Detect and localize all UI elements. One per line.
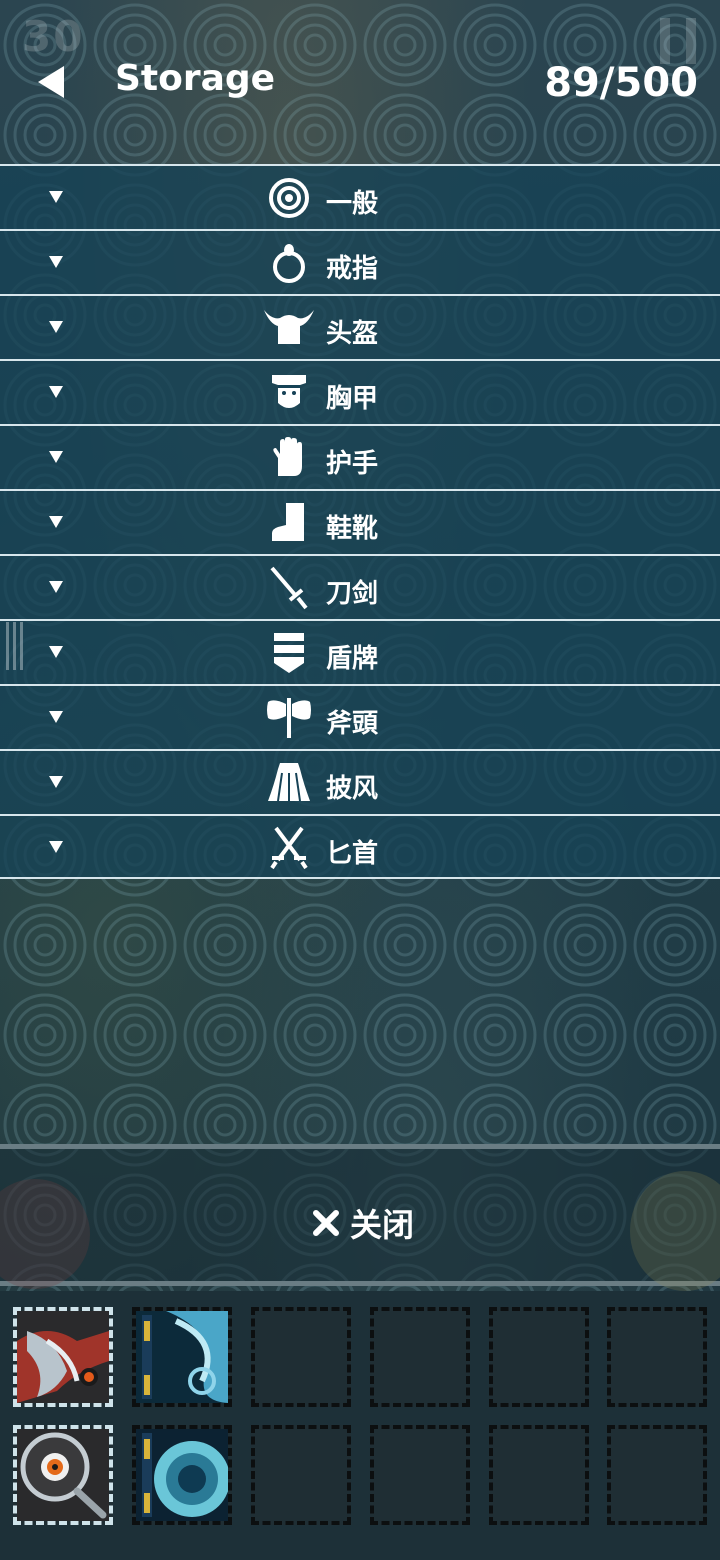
inventory-slot-empty[interactable] [607, 1307, 707, 1407]
category-row-boots[interactable]: 鞋靴 [0, 489, 720, 554]
expand-arrow-icon [49, 256, 63, 268]
category-row-capes[interactable]: 披风 [0, 749, 720, 814]
chest-armor-icon [264, 371, 314, 415]
category-label: 头盔 [326, 319, 379, 349]
blue-wind-spell-item [136, 1311, 228, 1403]
category-label: 一般 [326, 189, 379, 219]
back-button[interactable] [34, 64, 70, 100]
category-label: 刀剑 [326, 579, 379, 609]
ice-orb-spell-item [136, 1429, 228, 1521]
inventory-slot-ice-orb-spell[interactable] [132, 1425, 232, 1525]
expand-arrow-icon [49, 321, 63, 333]
category-row-axes[interactable]: 斧頭 [0, 684, 720, 749]
expand-arrow-icon [49, 451, 63, 463]
sword-icon [264, 566, 314, 610]
category-row-general[interactable]: 一般 [0, 164, 720, 229]
viking-helmet-icon [264, 306, 314, 350]
category-list: 一般 戒指 头盔 胸甲 护手 鞋靴 刀剑 盾牌 斧頭 披风 匕首 [0, 164, 720, 879]
crossed-daggers-icon [264, 826, 314, 870]
category-label: 披风 [326, 774, 379, 804]
inventory-slot-empty[interactable] [607, 1425, 707, 1525]
category-label: 盾牌 [326, 644, 379, 674]
target-icon [264, 176, 314, 220]
close-bar: 关闭 [0, 1144, 720, 1291]
lightning-icon [630, 1171, 720, 1291]
eye-frying-pan-item [17, 1429, 109, 1521]
category-label: 戒指 [326, 254, 379, 284]
shield-icon [264, 631, 314, 675]
category-label: 斧頭 [326, 709, 379, 739]
inventory-slot-empty[interactable] [251, 1425, 351, 1525]
category-label: 胸甲 [326, 384, 379, 414]
ring-icon [264, 241, 314, 285]
inventory-slot-empty[interactable] [251, 1307, 351, 1407]
back-arrow-icon [38, 66, 64, 98]
category-row-chest[interactable]: 胸甲 [0, 359, 720, 424]
inventory-slot-mechanical-claw[interactable] [13, 1307, 113, 1407]
expand-arrow-icon [49, 581, 63, 593]
double-axe-icon [264, 696, 314, 740]
inventory-slot-blue-wind-spell[interactable] [132, 1307, 232, 1407]
inventory-slot-empty[interactable] [489, 1425, 589, 1525]
inventory-grid [0, 1291, 720, 1560]
expand-arrow-icon [49, 516, 63, 528]
inventory-slot-empty[interactable] [370, 1425, 470, 1525]
inventory-slot-empty[interactable] [489, 1307, 589, 1407]
expand-arrow-icon [49, 841, 63, 853]
storage-header: Storage 89/500 [0, 40, 720, 130]
expand-arrow-icon [49, 646, 63, 658]
mechanical-claw-item [17, 1311, 109, 1403]
close-x-icon [313, 1210, 339, 1236]
category-row-daggers[interactable]: 匕首 [0, 814, 720, 879]
category-row-swords[interactable]: 刀剑 [0, 554, 720, 619]
expand-arrow-icon [49, 386, 63, 398]
category-row-helmet[interactable]: 头盔 [0, 294, 720, 359]
drag-handle[interactable] [6, 622, 28, 670]
category-row-shields[interactable]: 盾牌 [0, 619, 720, 684]
inventory-slot-eye-frying-pan[interactable] [13, 1425, 113, 1525]
boot-icon [264, 501, 314, 545]
expand-arrow-icon [49, 191, 63, 203]
inventory-slot-empty[interactable] [370, 1307, 470, 1407]
cape-icon [264, 761, 314, 805]
storage-capacity: 89/500 [544, 60, 698, 106]
page-title: Storage [115, 58, 276, 99]
expand-arrow-icon [49, 776, 63, 788]
heart-icon [0, 1179, 90, 1289]
close-button[interactable]: 关闭 [312, 1201, 414, 1245]
close-label: 关闭 [350, 1206, 415, 1244]
category-label: 护手 [326, 449, 379, 479]
expand-arrow-icon [49, 711, 63, 723]
category-label: 鞋靴 [326, 514, 379, 544]
category-row-ring[interactable]: 戒指 [0, 229, 720, 294]
category-row-gloves[interactable]: 护手 [0, 424, 720, 489]
hand-glove-icon [264, 436, 314, 480]
category-label: 匕首 [326, 839, 379, 869]
